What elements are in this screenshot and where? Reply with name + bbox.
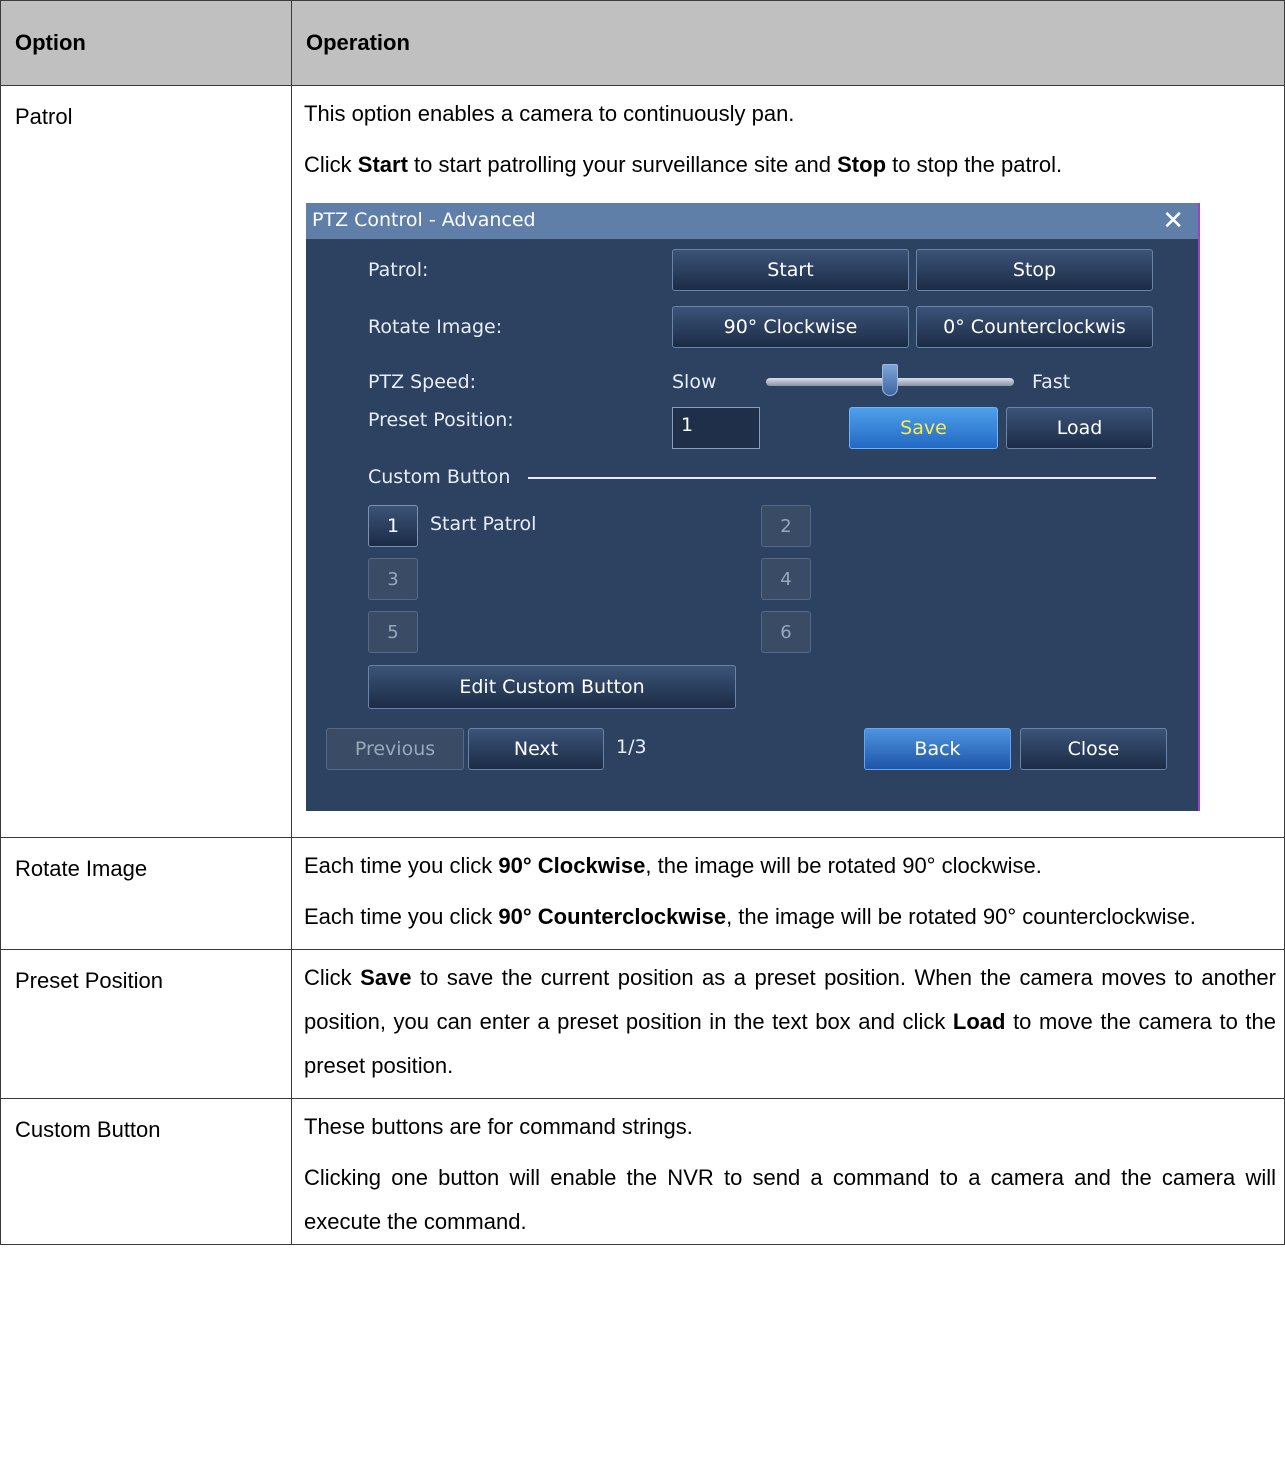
fast-label: Fast — [1032, 371, 1071, 393]
edit-custom-button[interactable]: Edit Custom Button — [368, 665, 736, 709]
text-run: Click — [304, 152, 358, 177]
custom-button-label: Custom Button — [368, 466, 511, 488]
text-run: to start patrolling your surveillance si… — [407, 152, 838, 177]
preset-position-label: Preset Position: — [368, 409, 514, 431]
option-cell: Rotate Image — [0, 837, 292, 950]
bold-term: Save — [360, 965, 412, 990]
start-button[interactable]: Start — [672, 249, 909, 291]
paragraph: Clicking one button will enable the NVR … — [304, 1156, 1276, 1244]
close-icon[interactable]: ✕ — [1162, 206, 1184, 236]
slow-label: Slow — [672, 371, 717, 393]
custom-button-4[interactable]: 4 — [761, 558, 811, 600]
paragraph: These buttons are for command strings. — [304, 1105, 1276, 1149]
table-header-row: Option Operation — [0, 0, 1285, 86]
speed-slider-thumb[interactable] — [882, 364, 898, 396]
table-row: Patrol This option enables a camera to c… — [0, 85, 1285, 838]
bold-term: 90° Counterclockwise — [498, 904, 727, 929]
rotate-image-label: Rotate Image: — [368, 316, 503, 338]
rotate-counterclockwise-button[interactable]: 0° Counterclockwis — [916, 306, 1153, 348]
preset-position-input[interactable]: 1 — [672, 407, 760, 449]
table-row: Custom Button These buttons are for comm… — [0, 1098, 1285, 1245]
text-run: , the image will be rotated 90° clockwis… — [645, 853, 1042, 878]
text-run: to stop the patrol. — [886, 152, 1063, 177]
text-run: These buttons are for command strings. — [304, 1114, 693, 1139]
bold-term: Start — [357, 152, 408, 177]
text-run: Each time you click — [304, 853, 499, 878]
custom-button-1[interactable]: 1 — [368, 505, 418, 547]
custom-button-divider — [528, 477, 1156, 479]
bold-term: Stop — [837, 152, 887, 177]
table-row: Preset Position Click Save to save the c… — [0, 949, 1285, 1099]
page-indicator: 1/3 — [616, 736, 647, 758]
dialog-titlebar: PTZ Control - Advanced ✕ — [306, 203, 1198, 239]
save-button[interactable]: Save — [849, 407, 998, 449]
header-operation-label: Operation — [306, 30, 410, 55]
custom-button-2[interactable]: 2 — [761, 505, 811, 547]
paragraph: Each time you click 90° Counterclockwise… — [304, 895, 1276, 939]
close-button[interactable]: Close — [1020, 728, 1167, 770]
text-run: This option enables a camera to continuo… — [304, 101, 795, 126]
option-table: Option Operation Patrol This option enab… — [0, 0, 1285, 1245]
ptz-advanced-dialog: PTZ Control - Advanced ✕ Patrol: Start S… — [306, 203, 1200, 811]
load-button[interactable]: Load — [1006, 407, 1153, 449]
text-run: Each time you click — [304, 904, 499, 929]
custom-button-6[interactable]: 6 — [761, 611, 811, 653]
bold-term: Load — [952, 1009, 1006, 1034]
dialog-title: PTZ Control - Advanced — [312, 209, 536, 231]
custom-button-3[interactable]: 3 — [368, 558, 418, 600]
operation-cell: Each time you click 90° Clockwise, the i… — [291, 837, 1285, 950]
paragraph: Click Start to start patrolling your sur… — [304, 143, 1276, 187]
operation-cell: Click Save to save the current position … — [291, 949, 1285, 1099]
paragraph: This option enables a camera to continuo… — [304, 92, 1276, 136]
patrol-label: Patrol: — [368, 259, 429, 281]
text-run: Click — [304, 965, 361, 990]
next-button[interactable]: Next — [468, 728, 604, 770]
header-option: Option — [0, 0, 292, 86]
back-button[interactable]: Back — [864, 728, 1011, 770]
rotate-clockwise-button[interactable]: 90° Clockwise — [672, 306, 909, 348]
custom-button-5[interactable]: 5 — [368, 611, 418, 653]
header-option-label: Option — [15, 30, 86, 55]
text-run: Clicking one button will enable the NVR … — [304, 1165, 1276, 1234]
stop-button[interactable]: Stop — [916, 249, 1153, 291]
option-cell: Preset Position — [0, 949, 292, 1099]
header-operation: Operation — [291, 0, 1285, 86]
ptz-speed-label: PTZ Speed: — [368, 371, 477, 393]
bold-term: 90° Clockwise — [498, 853, 646, 878]
custom-button-1-label: Start Patrol — [430, 513, 537, 535]
text-run: , the image will be rotated 90° counterc… — [726, 904, 1196, 929]
table-row: Rotate Image Each time you click 90° Clo… — [0, 837, 1285, 950]
previous-button[interactable]: Previous — [326, 728, 464, 770]
operation-cell: These buttons are for command strings. C… — [291, 1098, 1285, 1245]
operation-cell: This option enables a camera to continuo… — [291, 85, 1285, 838]
option-cell: Custom Button — [0, 1098, 292, 1245]
paragraph: Click Save to save the current position … — [304, 956, 1276, 1088]
paragraph: Each time you click 90° Clockwise, the i… — [304, 844, 1276, 888]
option-cell: Patrol — [0, 85, 292, 838]
